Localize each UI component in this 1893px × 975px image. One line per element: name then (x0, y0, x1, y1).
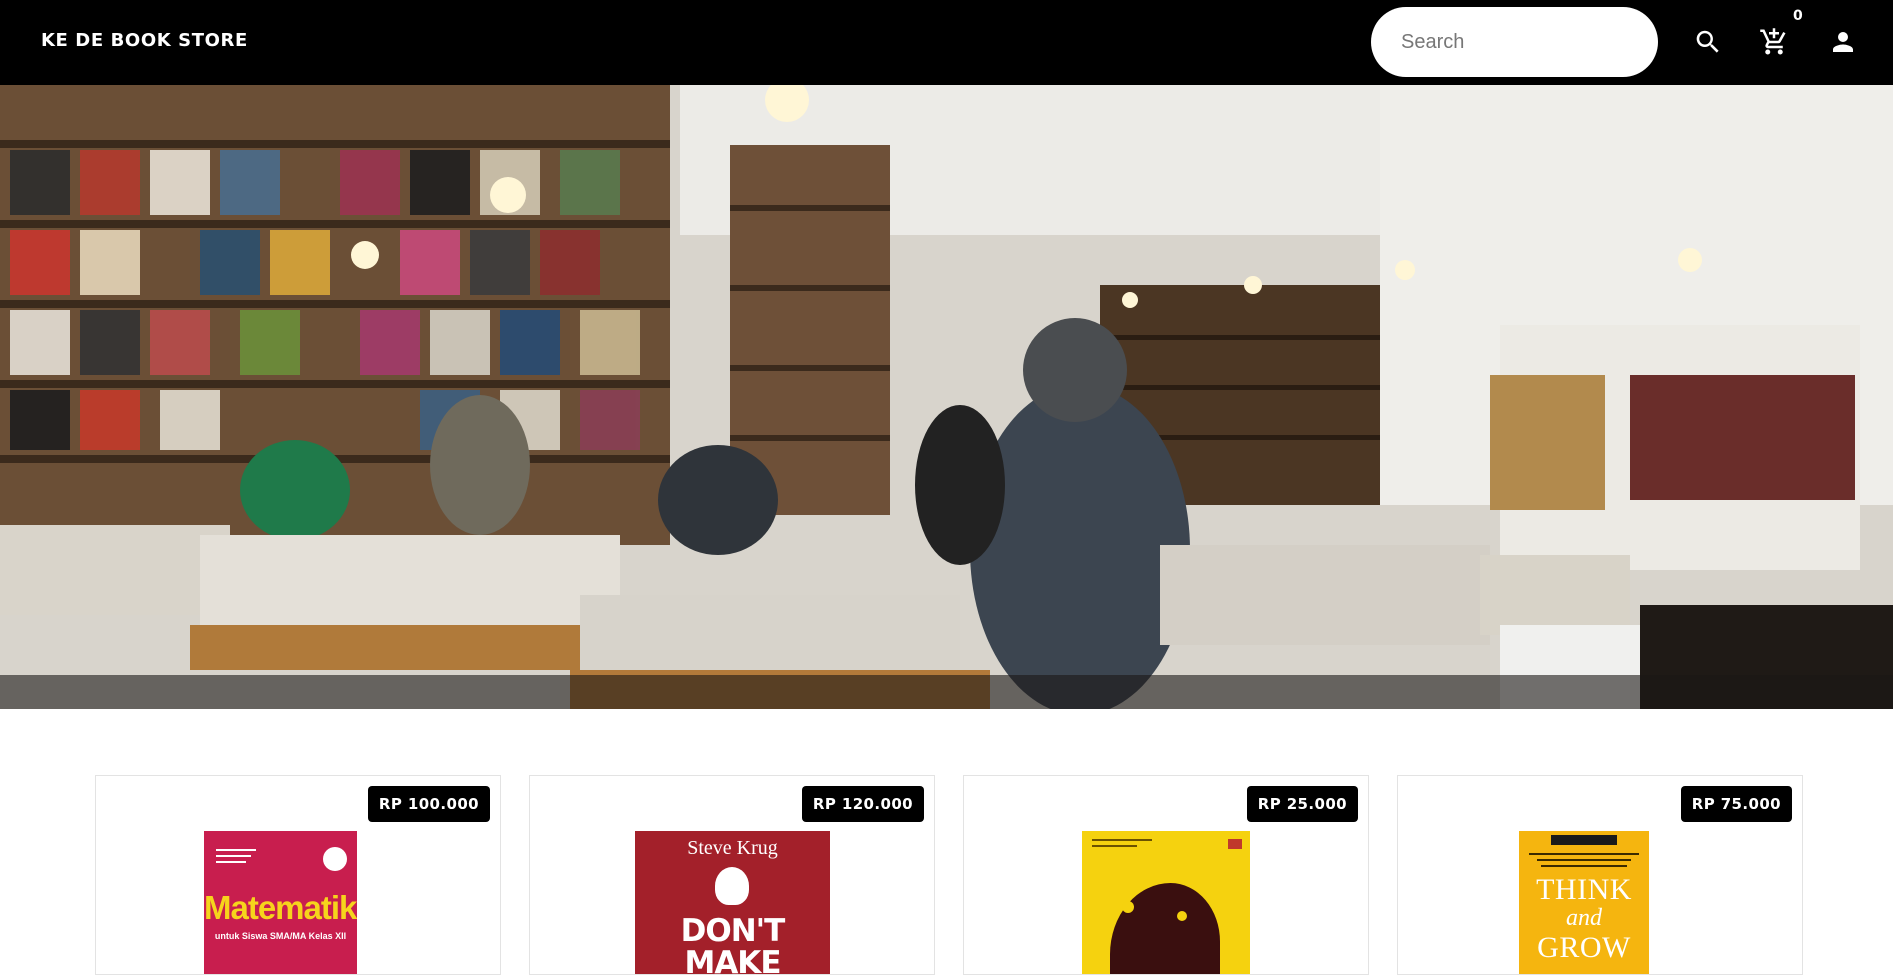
cart-add-icon (1760, 28, 1786, 55)
search-input[interactable] (1371, 7, 1658, 77)
top-navbar: KE DE BOOK STORE 0 (0, 0, 1893, 85)
cover-title: DON'T (680, 913, 786, 949)
product-card[interactable]: RP 75.000 THINK and GROW (1397, 775, 1803, 975)
price-badge: RP 100.000 (367, 786, 490, 822)
book-cover[interactable]: THINK and GROW (1519, 831, 1649, 974)
store-brand[interactable]: KE DE BOOK STORE (41, 30, 248, 51)
book-cover[interactable]: Matematika untuk Siswa SMA/MA Kelas XII (204, 831, 357, 974)
hero-carousel[interactable] (0, 85, 1893, 709)
cover-title-2: MAKE (684, 945, 781, 975)
cover-author: Steve Krug (687, 837, 778, 859)
product-card[interactable]: RP 120.000 Steve Krug DON'T MAKE (529, 775, 935, 975)
product-card[interactable]: RP 25.000 (963, 775, 1369, 975)
cover-subtitle: untuk Siswa SMA/MA Kelas XII (214, 931, 347, 941)
cover-title: THINK (1536, 873, 1632, 906)
search-icon (1696, 30, 1719, 53)
account-button[interactable] (1823, 22, 1863, 62)
cover-title: Matematika (204, 889, 357, 926)
price-badge: RP 25.000 (1246, 786, 1358, 822)
book-cover[interactable] (1082, 831, 1250, 974)
product-card[interactable]: RP 100.000 Matematika untuk Siswa SMA/MA… (95, 775, 501, 975)
cover-title-3: GROW (1537, 931, 1631, 964)
search-button[interactable] (1688, 22, 1728, 62)
record-store-photo (0, 85, 1893, 709)
head-silhouette (1110, 883, 1220, 974)
cart-button[interactable] (1754, 22, 1794, 62)
price-badge: RP 75.000 (1680, 786, 1792, 822)
cart-count-badge: 0 (1793, 8, 1803, 24)
account-icon (1833, 32, 1853, 52)
cover-title-2: and (1566, 905, 1602, 931)
face-illustration (715, 867, 749, 905)
book-cover[interactable]: Steve Krug DON'T MAKE (635, 831, 830, 975)
price-badge: RP 120.000 (801, 786, 924, 822)
